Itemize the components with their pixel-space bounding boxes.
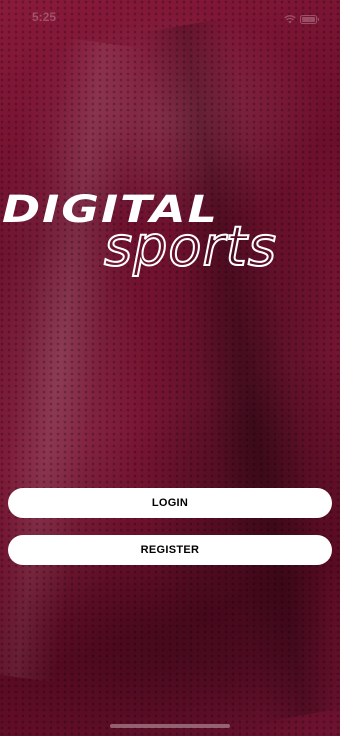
- login-button[interactable]: LOGIN: [8, 488, 332, 518]
- fabric-highlight: [0, 37, 145, 683]
- home-indicator: [110, 724, 230, 728]
- status-bar: 5:25: [0, 0, 340, 34]
- register-button[interactable]: REGISTER: [8, 535, 332, 565]
- digital-sports-logo: DIGITAL sports: [0, 190, 340, 285]
- wifi-icon: [284, 11, 296, 29]
- battery-icon: [300, 11, 320, 29]
- logo-sports-text: sports: [103, 215, 277, 278]
- fabric-shadow: [139, 17, 340, 723]
- splash-screen: 5:25 DIGITAL sports LOGIN REGISTER: [0, 0, 340, 736]
- status-time: 5:25: [32, 10, 57, 24]
- mesh-texture: [0, 0, 340, 736]
- status-icons: [284, 11, 320, 29]
